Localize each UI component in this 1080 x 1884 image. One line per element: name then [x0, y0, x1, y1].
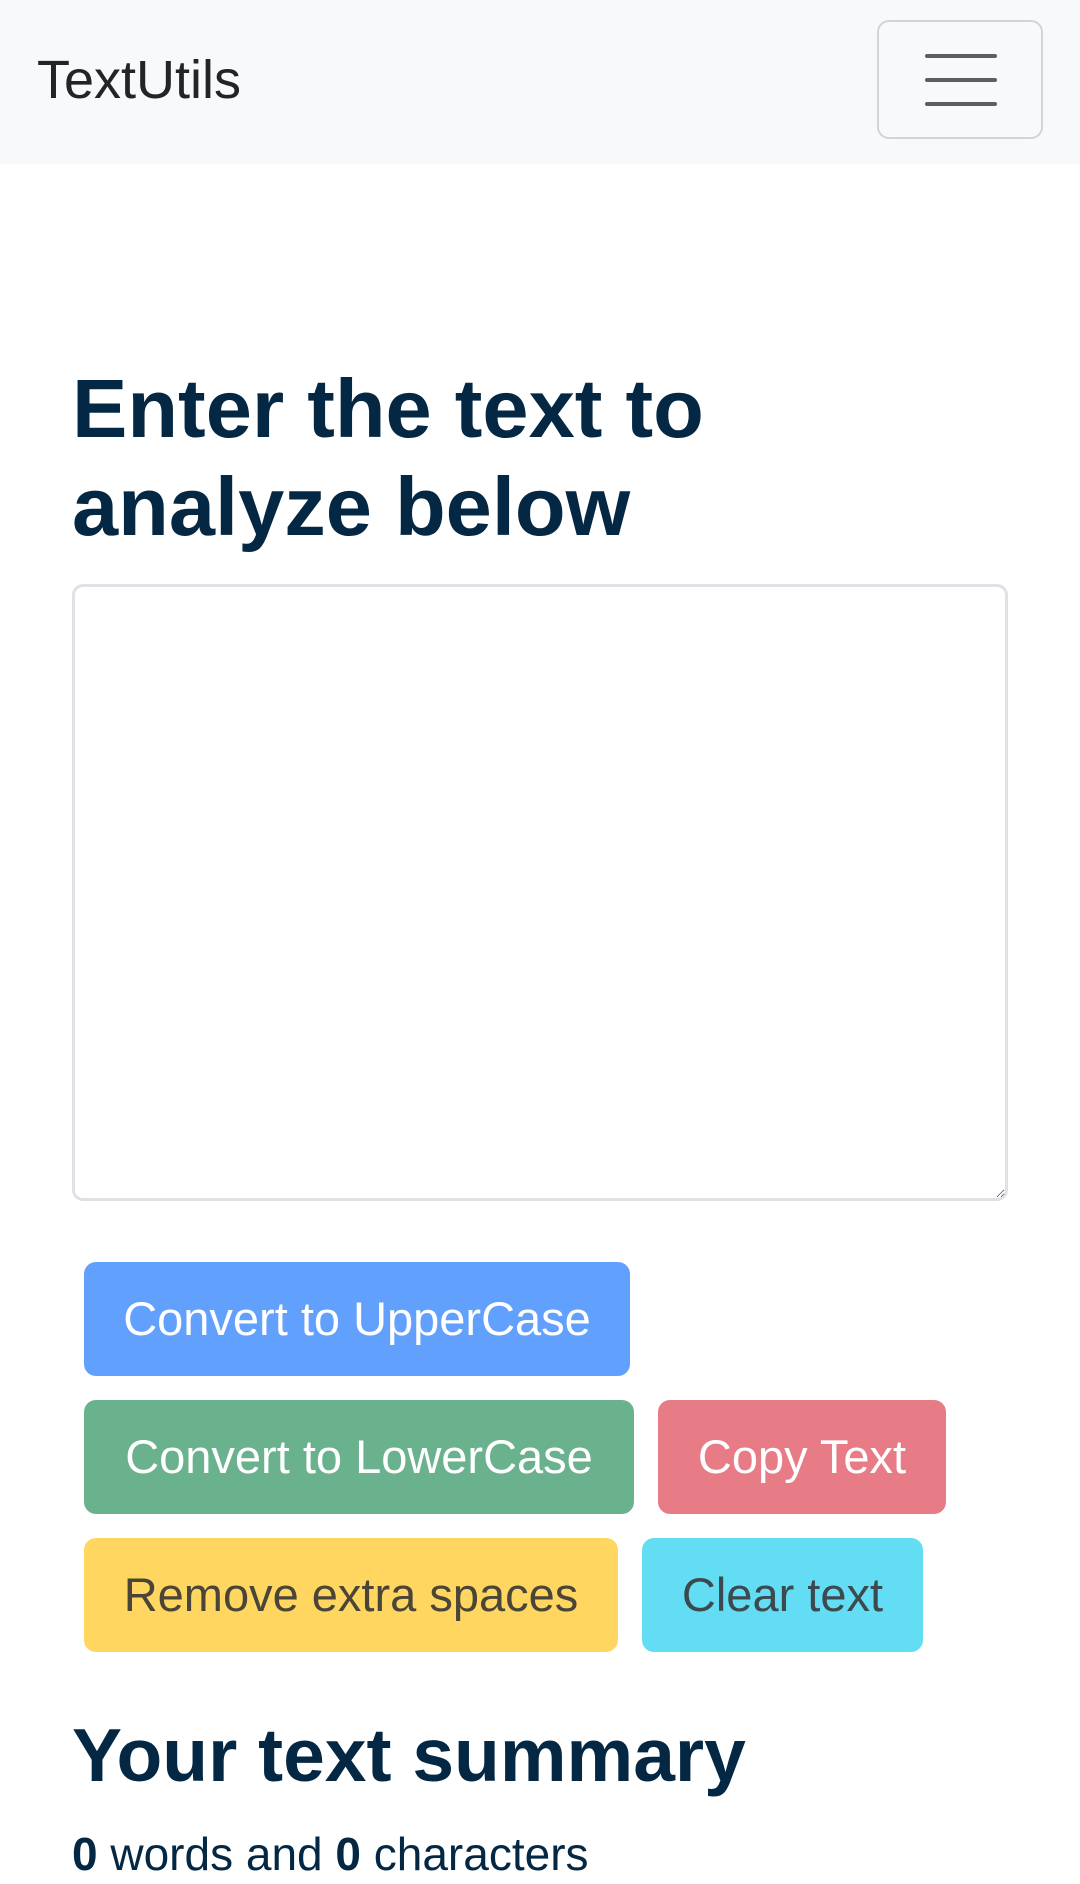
words-label: words and [110, 1828, 323, 1880]
hamburger-line-top [925, 54, 997, 58]
remove-extra-spaces-button[interactable]: Remove extra spaces [84, 1538, 618, 1652]
summary-text: 0 words and 0 characters [72, 1824, 589, 1884]
hamburger-line-bottom [925, 102, 997, 106]
navbar: TextUtils [0, 0, 1080, 164]
convert-uppercase-button[interactable]: Convert to UpperCase [84, 1262, 630, 1376]
text-input[interactable] [72, 584, 1008, 1201]
clear-text-button[interactable]: Clear text [642, 1538, 923, 1652]
characters-label: characters [373, 1828, 589, 1880]
summary-heading: Your text summary [72, 1713, 746, 1797]
convert-lowercase-button[interactable]: Convert to LowerCase [84, 1400, 634, 1514]
navbar-brand[interactable]: TextUtils [37, 48, 241, 112]
character-count: 0 [335, 1828, 361, 1880]
page-title: Enter the text to analyze below [72, 362, 704, 553]
navbar-toggler-button[interactable] [877, 20, 1043, 139]
copy-text-button[interactable]: Copy Text [658, 1400, 946, 1514]
hamburger-menu-icon [925, 54, 997, 106]
word-count: 0 [72, 1828, 98, 1880]
hamburger-line-middle [925, 78, 997, 82]
